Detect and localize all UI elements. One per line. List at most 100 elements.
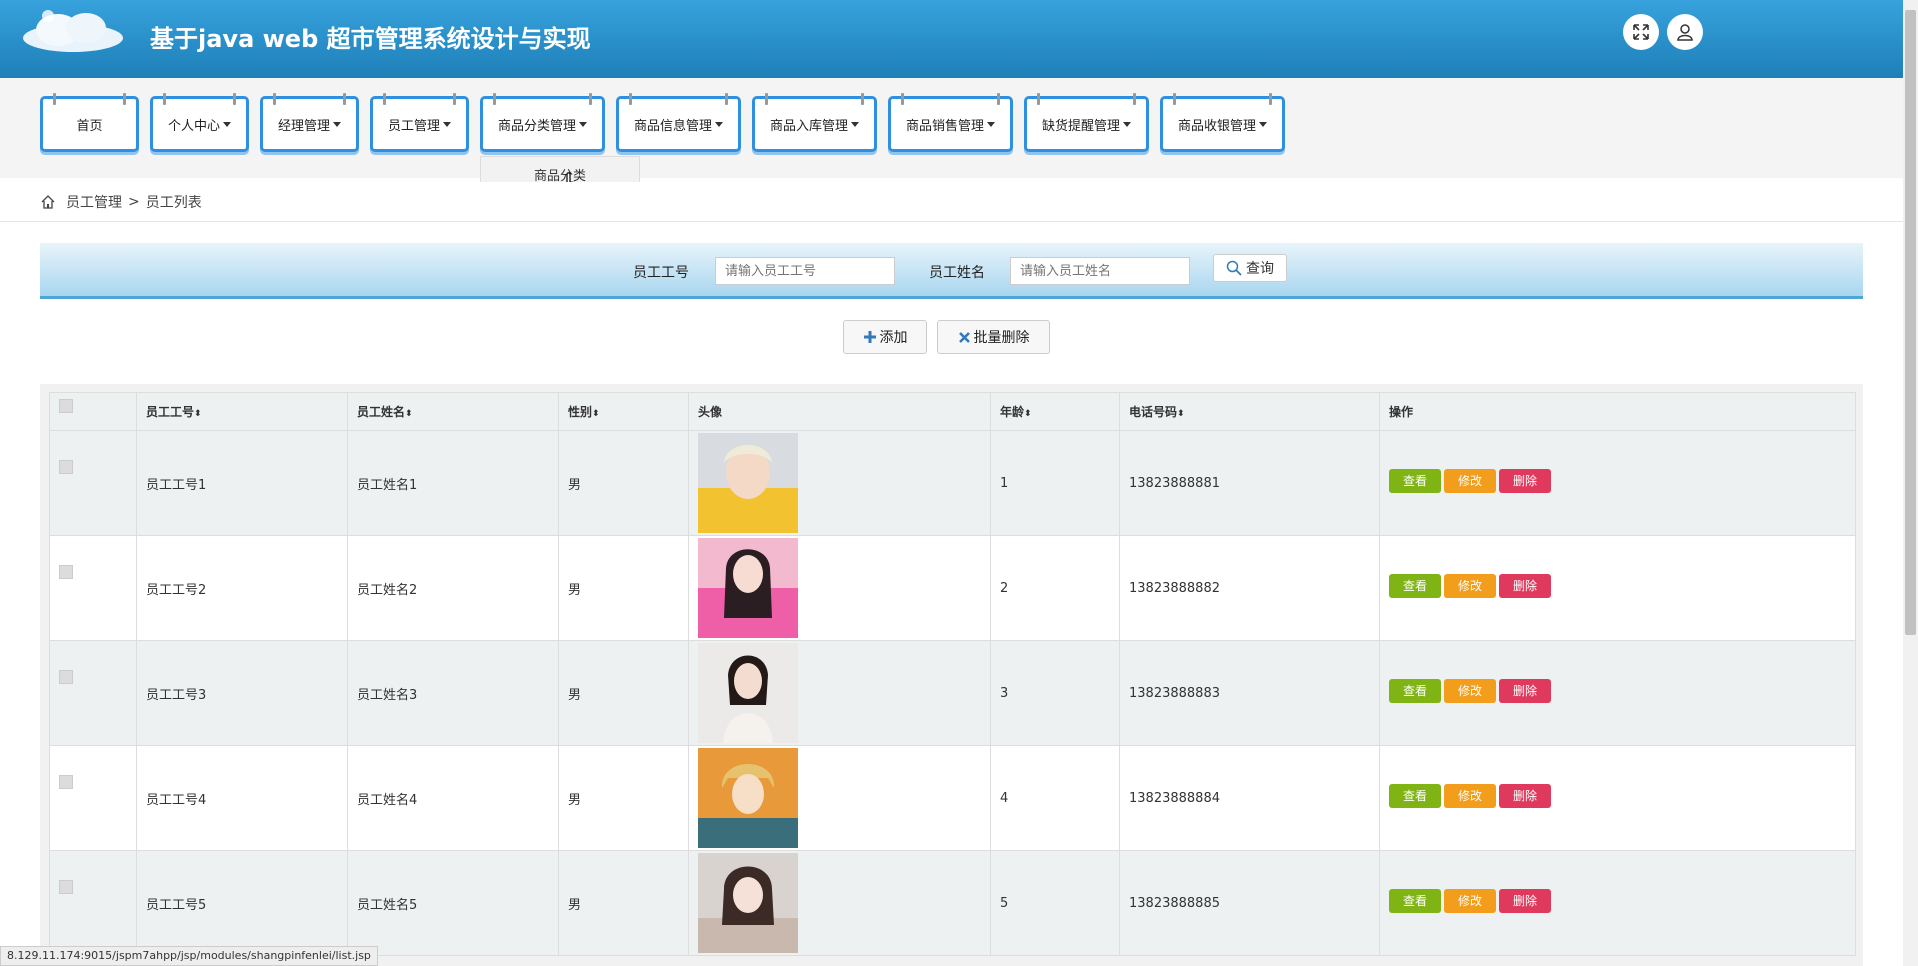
header-employee-name[interactable]: 员工姓名⬍ xyxy=(347,392,559,431)
employee-name-cell: 员工姓名1 xyxy=(347,430,559,536)
caret-down-icon xyxy=(851,121,859,127)
edit-button[interactable]: 修改 xyxy=(1444,784,1496,808)
delete-button[interactable]: 删除 xyxy=(1499,889,1551,913)
edit-button[interactable]: 修改 xyxy=(1444,889,1496,913)
operations-cell: 查看 修改 删除 xyxy=(1379,535,1856,641)
table-row: 员工工号2 员工姓名2 男 2 13823888882 查看 修改 删除 xyxy=(49,535,1856,641)
operations-cell: 查看 修改 删除 xyxy=(1379,850,1856,956)
edit-button[interactable]: 修改 xyxy=(1444,574,1496,598)
avatar[interactable] xyxy=(698,538,798,638)
row-checkbox[interactable] xyxy=(59,670,73,684)
nav-item-home[interactable]: 首页 xyxy=(40,93,139,152)
view-button[interactable]: 查看 xyxy=(1389,469,1441,493)
phone-cell: 13823888881 xyxy=(1119,430,1380,536)
phone-cell: 13823888884 xyxy=(1119,745,1380,851)
breadcrumb-section[interactable]: 员工管理 xyxy=(66,192,122,212)
delete-button[interactable]: 删除 xyxy=(1499,784,1551,808)
age-cell: 1 xyxy=(990,430,1120,536)
sort-icon: ⬍ xyxy=(1177,409,1185,419)
row-checkbox[interactable] xyxy=(59,880,73,894)
breadcrumb: 员工管理 > 员工列表 xyxy=(0,182,1903,222)
row-checkbox[interactable] xyxy=(59,775,73,789)
avatar[interactable] xyxy=(698,433,798,533)
breadcrumb-separator: > xyxy=(128,193,140,210)
avatar-cell xyxy=(688,745,991,851)
search-bar: 员工工号 员工姓名 查询 xyxy=(40,243,1863,299)
avatar[interactable] xyxy=(698,643,798,743)
header-employee-id[interactable]: 员工工号⬍ xyxy=(136,392,348,431)
close-icon xyxy=(958,331,970,343)
main-nav: 首页 个人中心 经理管理 员工管理 商品分类管理 商品信息管理 商品入库管理 商… xyxy=(0,78,1903,178)
scrollbar-thumb[interactable] xyxy=(1905,10,1916,635)
employee-id-label: 员工工号 xyxy=(633,265,689,281)
avatar[interactable] xyxy=(698,853,798,953)
employee-id-cell: 员工工号5 xyxy=(136,850,348,956)
avatar-cell xyxy=(688,850,991,956)
header-operations: 操作 xyxy=(1379,392,1856,431)
caret-down-icon xyxy=(715,121,723,127)
row-checkbox[interactable] xyxy=(59,460,73,474)
edit-button[interactable]: 修改 xyxy=(1444,679,1496,703)
nav-item-shortage[interactable]: 缺货提醒管理 xyxy=(1024,93,1149,152)
edit-button[interactable]: 修改 xyxy=(1444,469,1496,493)
search-button[interactable]: 查询 xyxy=(1213,254,1287,282)
avatar-cell xyxy=(688,535,991,641)
nav-item-employee[interactable]: 员工管理 xyxy=(370,93,469,152)
phone-cell: 13823888882 xyxy=(1119,535,1380,641)
batch-delete-button[interactable]: 批量删除 xyxy=(937,320,1050,354)
sort-icon: ⬍ xyxy=(1024,409,1032,419)
nav-item-category[interactable]: 商品分类管理 xyxy=(480,93,605,152)
employee-name-cell: 员工姓名4 xyxy=(347,745,559,851)
delete-button[interactable]: 删除 xyxy=(1499,679,1551,703)
delete-button[interactable]: 删除 xyxy=(1499,469,1551,493)
cloud-logo-icon xyxy=(23,10,123,52)
employee-id-cell: 员工工号1 xyxy=(136,430,348,536)
app-header: 基于java web 超市管理系统设计与实现 xyxy=(0,0,1903,78)
nav-item-product-info[interactable]: 商品信息管理 xyxy=(616,93,741,152)
select-all-checkbox[interactable] xyxy=(59,399,73,413)
view-button[interactable]: 查看 xyxy=(1389,679,1441,703)
nav-item-stock-in[interactable]: 商品入库管理 xyxy=(752,93,877,152)
view-button[interactable]: 查看 xyxy=(1389,574,1441,598)
header-phone[interactable]: 电话号码⬍ xyxy=(1119,392,1380,431)
view-button[interactable]: 查看 xyxy=(1389,889,1441,913)
add-button[interactable]: 添加 xyxy=(843,320,927,354)
age-cell: 2 xyxy=(990,535,1120,641)
header-avatar: 头像 xyxy=(688,392,991,431)
employee-id-input[interactable] xyxy=(715,257,895,285)
gender-cell: 男 xyxy=(558,745,689,851)
gender-cell: 男 xyxy=(558,535,689,641)
phone-cell: 13823888883 xyxy=(1119,640,1380,746)
header-age[interactable]: 年龄⬍ xyxy=(990,392,1120,431)
avatar-cell xyxy=(688,430,991,536)
caret-down-icon xyxy=(987,121,995,127)
nav-item-manager[interactable]: 经理管理 xyxy=(260,93,359,152)
age-cell: 4 xyxy=(990,745,1120,851)
caret-down-icon xyxy=(333,121,341,127)
avatar[interactable] xyxy=(698,748,798,848)
header-gender[interactable]: 性别⬍ xyxy=(558,392,689,431)
gender-cell: 男 xyxy=(558,430,689,536)
age-cell: 5 xyxy=(990,850,1120,956)
operations-cell: 查看 修改 删除 xyxy=(1379,745,1856,851)
phone-cell: 13823888885 xyxy=(1119,850,1380,956)
employee-name-label: 员工姓名 xyxy=(929,265,985,281)
caret-down-icon xyxy=(579,121,587,127)
nav-item-personal-center[interactable]: 个人中心 xyxy=(150,93,249,152)
employee-name-input[interactable] xyxy=(1010,257,1190,285)
table-row: 员工工号4 员工姓名4 男 4 13823888884 查看 修改 删除 xyxy=(49,745,1856,851)
fullscreen-button[interactable] xyxy=(1623,14,1659,50)
delete-button[interactable]: 删除 xyxy=(1499,574,1551,598)
table-row: 员工工号3 员工姓名3 男 3 13823888883 查看 修改 删除 xyxy=(49,640,1856,746)
age-cell: 3 xyxy=(990,640,1120,746)
caret-down-icon xyxy=(223,121,231,127)
employee-name-cell: 员工姓名2 xyxy=(347,535,559,641)
row-checkbox[interactable] xyxy=(59,565,73,579)
nav-item-cashier[interactable]: 商品收银管理 xyxy=(1160,93,1285,152)
user-icon xyxy=(1677,24,1693,41)
user-button[interactable] xyxy=(1667,14,1703,50)
nav-item-sales[interactable]: 商品销售管理 xyxy=(888,93,1013,152)
view-button[interactable]: 查看 xyxy=(1389,784,1441,808)
page-scrollbar[interactable] xyxy=(1903,0,1918,966)
caret-down-icon xyxy=(1123,121,1131,127)
